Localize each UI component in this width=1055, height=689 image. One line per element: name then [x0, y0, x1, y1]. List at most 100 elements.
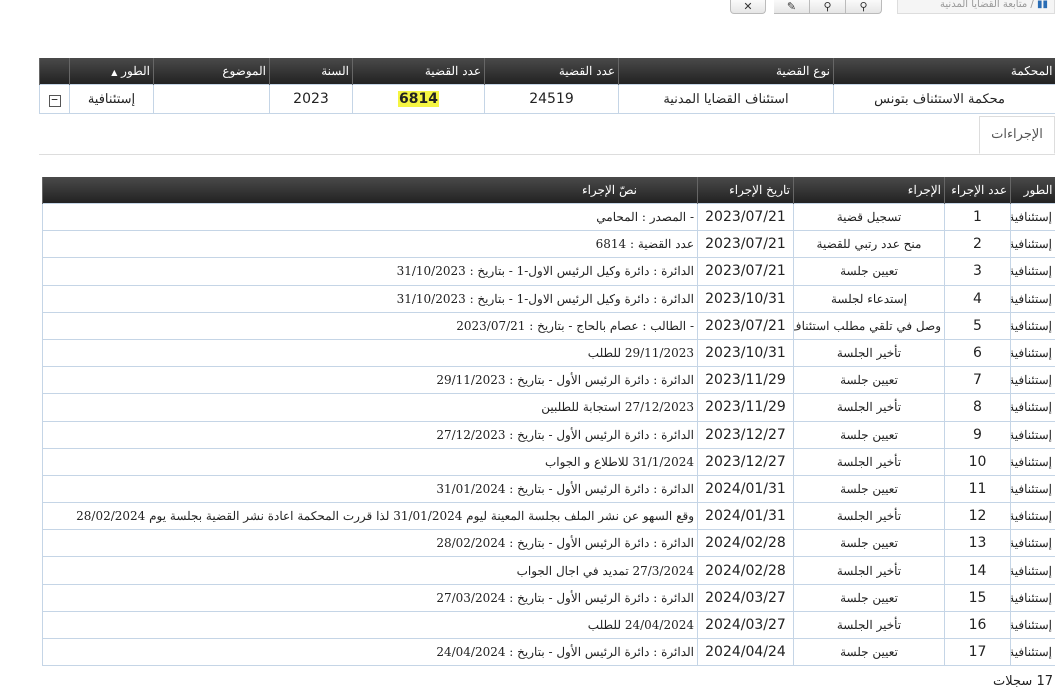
col-case-number[interactable]: عدد القضية — [485, 58, 619, 85]
col-phase[interactable]: الطور ▲ — [70, 58, 154, 85]
table-row[interactable]: إستئنافية11تعيين جلسة2024/01/31الدائرة :… — [43, 475, 1055, 502]
cell-text: 31/1/2024 للاطلاع و الجواب — [43, 448, 698, 475]
cell-date: 2023/10/31 — [698, 285, 794, 312]
cell-phase: إستئنافية — [1011, 339, 1055, 366]
table-row[interactable]: إستئنافية7تعيين جلسة2023/11/29الدائرة : … — [43, 367, 1055, 394]
cell-text: الدائرة : دائرة الرئيس الأول - بتاريخ : … — [43, 530, 698, 557]
cell-text: 29/11/2023 للطلب — [43, 339, 698, 366]
cell-phase: إستئنافية — [1011, 611, 1055, 638]
cell-date: 2024/03/27 — [698, 584, 794, 611]
table-row[interactable]: إستئنافية9تعيين جلسة2023/12/27الدائرة : … — [43, 421, 1055, 448]
cell-number: 3 — [945, 258, 1011, 285]
cell-text: الدائرة : دائرة الرئيس الأول - بتاريخ : … — [43, 475, 698, 502]
cell-action: تأخير الجلسة — [794, 557, 945, 584]
procedures-table: الطور عدد الإجراء الإجراء تاريخ الإجراء … — [42, 177, 1055, 666]
cell-text: عدد القضية : 6814 — [43, 231, 698, 258]
cell-date: 2023/10/31 — [698, 339, 794, 366]
cell-number: 6 — [945, 339, 1011, 366]
cell-case-number-2: 6814 — [353, 85, 485, 114]
cell-action: تعيين جلسة — [794, 584, 945, 611]
cell-phase: إستئنافية — [1011, 258, 1055, 285]
sign-icon[interactable]: ✎ — [774, 0, 810, 14]
cell-number: 2 — [945, 231, 1011, 258]
cell-number: 12 — [945, 503, 1011, 530]
col-court[interactable]: المحكمة — [834, 58, 1055, 85]
cell-number: 1 — [945, 204, 1011, 231]
cell-number: 10 — [945, 448, 1011, 475]
col-phase-label: الطور — [121, 64, 150, 78]
col-proc-text[interactable]: نصّ الإجراء — [43, 177, 698, 204]
col-proc-number[interactable]: عدد الإجراء — [945, 177, 1011, 204]
col-case-type[interactable]: نوع القضية — [619, 58, 834, 85]
table-row[interactable]: إستئنافية13تعيين جلسة2024/02/28الدائرة :… — [43, 530, 1055, 557]
table-row[interactable]: إستئنافية10تأخير الجلسة2023/12/2731/1/20… — [43, 448, 1055, 475]
cell-year: 2023 — [270, 85, 353, 114]
cell-phase: إستئنافية — [1011, 394, 1055, 421]
cell-phase: إستئنافية — [70, 85, 154, 114]
cell-number: 15 — [945, 584, 1011, 611]
cell-number: 11 — [945, 475, 1011, 502]
cell-date: 2024/03/27 — [698, 611, 794, 638]
case-row[interactable]: محكمة الاستئناف بتونس استئناف القضايا ال… — [40, 85, 1055, 114]
cell-phase: إستئنافية — [1011, 639, 1055, 666]
cell-case-type: استئناف القضايا المدنية — [619, 85, 834, 114]
breadcrumb-separator: / — [1030, 0, 1033, 10]
cell-action: تأخير الجلسة — [794, 339, 945, 366]
cell-phase: إستئنافية — [1011, 475, 1055, 502]
cell-action: تأخير الجلسة — [794, 448, 945, 475]
toolbar: ✕ ✎ ⚲ ⚲ — [730, 0, 882, 14]
cell-action: تسجيل قضية — [794, 204, 945, 231]
cell-text: الدائرة : دائرة الرئيس الأول - بتاريخ : … — [43, 584, 698, 611]
table-row[interactable]: إستئنافية4إستدعاء لجلسة2023/10/31الدائرة… — [43, 285, 1055, 312]
table-row[interactable]: إستئنافية1تسجيل قضية2023/07/21- المصدر :… — [43, 204, 1055, 231]
cell-action: تعيين جلسة — [794, 367, 945, 394]
table-row[interactable]: إستئنافية17تعيين جلسة2024/04/24الدائرة :… — [43, 639, 1055, 666]
col-proc-date[interactable]: تاريخ الإجراء — [698, 177, 794, 204]
table-row[interactable]: إستئنافية6تأخير الجلسة2023/10/3129/11/20… — [43, 339, 1055, 366]
cell-number: 16 — [945, 611, 1011, 638]
cell-action: تعيين جلسة — [794, 421, 945, 448]
cell-phase: إستئنافية — [1011, 584, 1055, 611]
col-subject[interactable]: الموضوع — [154, 58, 270, 85]
highlighted-case-number: 6814 — [398, 91, 439, 107]
cell-case-number: 24519 — [485, 85, 619, 114]
search-alt-icon[interactable]: ⚲ — [846, 0, 882, 14]
col-year[interactable]: السنة — [270, 58, 353, 85]
cell-phase: إستئنافية — [1011, 530, 1055, 557]
cell-text: - المصدر : المحامي — [43, 204, 698, 231]
tab-procedures[interactable]: الإجراءات — [979, 116, 1055, 154]
cell-action: تأخير الجلسة — [794, 503, 945, 530]
cell-text: الدائرة : دائرة الرئيس الأول - بتاريخ : … — [43, 367, 698, 394]
collapse-icon[interactable]: − — [49, 95, 61, 107]
cell-number: 13 — [945, 530, 1011, 557]
cell-date: 2023/07/21 — [698, 312, 794, 339]
cell-date: 2023/11/29 — [698, 394, 794, 421]
breadcrumb-item[interactable]: متابعة القضايا المدنية — [940, 0, 1027, 10]
table-row[interactable]: إستئنافية5وصل في تلقي مطلب استئناف2023/0… — [43, 312, 1055, 339]
close-icon[interactable]: ✕ — [730, 0, 766, 14]
table-row[interactable]: إستئنافية3تعيين جلسة2023/07/21الدائرة : … — [43, 258, 1055, 285]
col-proc-action[interactable]: الإجراء — [794, 177, 945, 204]
table-row[interactable]: إستئنافية14تأخير الجلسة2024/02/2827/3/20… — [43, 557, 1055, 584]
cell-number: 8 — [945, 394, 1011, 421]
cell-text: وقع السهو عن نشر الملف بجلسة المعينة ليو… — [43, 503, 698, 530]
sort-asc-icon: ▲ — [111, 68, 117, 77]
table-row[interactable]: إستئنافية8تأخير الجلسة2023/11/2927/12/20… — [43, 394, 1055, 421]
cell-phase: إستئنافية — [1011, 231, 1055, 258]
table-row[interactable]: إستئنافية15تعيين جلسة2024/03/27الدائرة :… — [43, 584, 1055, 611]
cell-phase: إستئنافية — [1011, 285, 1055, 312]
cell-text: 24/04/2024 للطلب — [43, 611, 698, 638]
breadcrumb-home-icon[interactable]: ▮▮ — [1037, 0, 1048, 10]
cell-text: الدائرة : دائرة الرئيس الأول - بتاريخ : … — [43, 639, 698, 666]
table-row[interactable]: إستئنافية2منح عدد رتبي للقضية2023/07/21ع… — [43, 231, 1055, 258]
cell-action: تعيين جلسة — [794, 258, 945, 285]
table-row[interactable]: إستئنافية16تأخير الجلسة2024/03/2724/04/2… — [43, 611, 1055, 638]
cell-action: تأخير الجلسة — [794, 611, 945, 638]
col-proc-phase[interactable]: الطور — [1011, 177, 1055, 204]
col-case-number-2[interactable]: عدد القضية — [353, 58, 485, 85]
search-icon[interactable]: ⚲ — [810, 0, 846, 14]
table-row[interactable]: إستئنافية12تأخير الجلسة2024/01/31وقع الس… — [43, 503, 1055, 530]
cell-date: 2024/01/31 — [698, 503, 794, 530]
cell-date: 2024/02/28 — [698, 530, 794, 557]
cell-subject — [154, 85, 270, 114]
